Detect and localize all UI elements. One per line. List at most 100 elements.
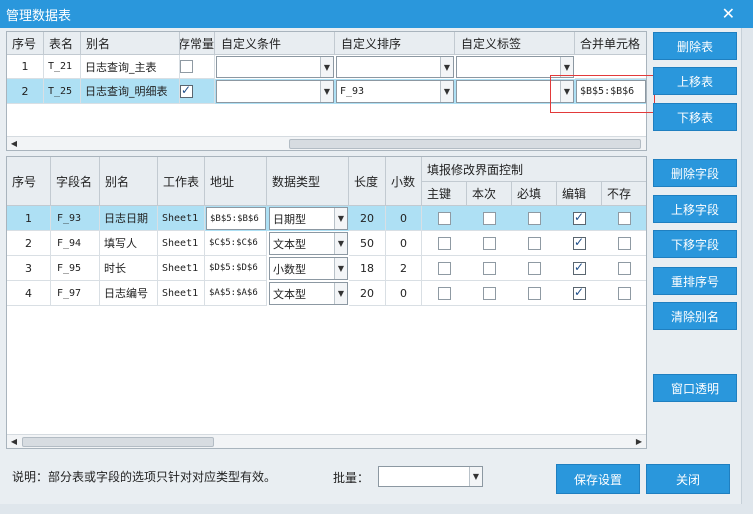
cell-addr[interactable]: $D$5:$D$6 [205, 256, 267, 281]
cell-alias[interactable]: 日志查询_主表 [81, 55, 180, 79]
chevron-down-icon[interactable]: ▼ [334, 258, 347, 279]
cell-alias[interactable]: 日志查询_明细表 [81, 79, 180, 104]
chevron-down-icon[interactable]: ▼ [320, 81, 333, 102]
edit-checkbox[interactable] [573, 210, 586, 225]
cell-table-name: T_21 [44, 55, 81, 79]
cell-len[interactable]: 20 [349, 281, 386, 306]
req-checkbox[interactable] [528, 287, 541, 300]
cell-table-name: T_25 [44, 79, 81, 104]
fields-hscrollbar[interactable]: ◀ ▶ [7, 434, 646, 448]
highlight-box [550, 75, 655, 113]
pk-checkbox[interactable] [438, 262, 451, 275]
save-settings-button[interactable]: 保存设置 [556, 464, 640, 494]
cond-combo[interactable]: ▼ [216, 56, 334, 78]
type-combo[interactable]: 文本型 ▼ [269, 232, 348, 255]
fields-header-sheet: 工作表 [158, 157, 205, 206]
nosave-checkbox[interactable] [618, 262, 631, 275]
cur-checkbox[interactable] [483, 287, 496, 300]
field-row[interactable]: 4 F_97 日志编号 Sheet1 $A$5:$A$6 文本型 ▼ 20 0 [7, 281, 646, 306]
chevron-down-icon[interactable]: ▼ [440, 81, 453, 102]
cell-dec[interactable]: 2 [386, 256, 422, 281]
tables-header-merge: 合并单元格 [575, 32, 646, 55]
scroll-thumb[interactable] [289, 139, 641, 149]
move-down-field-button[interactable]: 下移字段 [653, 230, 737, 258]
chevron-down-icon[interactable]: ▼ [334, 208, 347, 229]
scroll-thumb[interactable] [22, 437, 214, 447]
cell-field: F_94 [51, 231, 100, 256]
cell-alias[interactable]: 填写人 [100, 231, 158, 256]
sort-combo[interactable]: ▼ [336, 56, 454, 78]
close-button[interactable]: 关闭 [646, 464, 730, 494]
pk-checkbox[interactable] [438, 287, 451, 300]
req-checkbox[interactable] [528, 212, 541, 225]
cell-dec[interactable]: 0 [386, 281, 422, 306]
fields-header-pk: 主键 [422, 182, 467, 206]
fields-header-addr: 地址 [205, 157, 267, 206]
edit-checkbox[interactable] [573, 260, 586, 275]
chevron-down-icon[interactable]: ▼ [469, 467, 482, 486]
pk-checkbox[interactable] [438, 212, 451, 225]
renumber-button[interactable]: 重排序号 [653, 267, 737, 295]
cell-field: F_97 [51, 281, 100, 306]
nosave-checkbox[interactable] [618, 287, 631, 300]
type-combo[interactable]: 文本型 ▼ [269, 282, 348, 305]
window-edge [741, 28, 753, 514]
nosave-checkbox[interactable] [618, 212, 631, 225]
combo-value: F_93 [340, 86, 365, 97]
cell-alias[interactable]: 日志编号 [100, 281, 158, 306]
combo-value: 文本型 [273, 287, 306, 301]
delete-field-button[interactable]: 删除字段 [653, 159, 737, 187]
edit-checkbox[interactable] [573, 285, 586, 300]
delete-table-button[interactable]: 删除表 [653, 32, 737, 60]
cur-checkbox[interactable] [483, 237, 496, 250]
cell-alias[interactable]: 日志日期 [100, 206, 158, 231]
chevron-down-icon[interactable]: ▼ [320, 57, 333, 77]
cell-dec[interactable]: 0 [386, 206, 422, 231]
field-row-selected[interactable]: 1 F_93 日志日期 Sheet1 $B$5:$B$6 日期型 ▼ 20 0 [7, 206, 646, 231]
scroll-right-icon[interactable]: ▶ [632, 435, 646, 448]
type-combo[interactable]: 日期型 ▼ [269, 207, 348, 230]
window-transparent-button[interactable]: 窗口透明 [653, 374, 737, 402]
cell-field: F_95 [51, 256, 100, 281]
nosave-checkbox[interactable] [618, 237, 631, 250]
move-up-field-button[interactable]: 上移字段 [653, 195, 737, 223]
cur-checkbox[interactable] [483, 262, 496, 275]
cell-addr[interactable]: $A$5:$A$6 [205, 281, 267, 306]
cell-seq: 1 [7, 55, 44, 79]
field-row[interactable]: 3 F_95 时长 Sheet1 $D$5:$D$6 小数型 ▼ 18 2 [7, 256, 646, 281]
pk-checkbox[interactable] [438, 237, 451, 250]
cell-seq: 3 [7, 256, 51, 281]
chevron-down-icon[interactable]: ▼ [334, 233, 347, 254]
sort-combo[interactable]: F_93 ▼ [336, 80, 454, 103]
addr-input[interactable]: $B$5:$B$6 [206, 207, 266, 230]
cur-checkbox[interactable] [483, 212, 496, 225]
tables-hscrollbar[interactable]: ◀ [7, 136, 646, 150]
cell-alias[interactable]: 时长 [100, 256, 158, 281]
cell-seq: 2 [7, 79, 44, 104]
type-combo[interactable]: 小数型 ▼ [269, 257, 348, 280]
chevron-down-icon[interactable]: ▼ [334, 283, 347, 304]
close-icon[interactable]: ✕ [722, 4, 735, 23]
const-checkbox[interactable] [180, 60, 193, 73]
req-checkbox[interactable] [528, 262, 541, 275]
cell-seq: 2 [7, 231, 51, 256]
scroll-left-icon[interactable]: ◀ [7, 137, 21, 150]
cell-len[interactable]: 50 [349, 231, 386, 256]
edit-checkbox[interactable] [573, 235, 586, 250]
move-up-table-button[interactable]: 上移表 [653, 67, 737, 95]
field-row[interactable]: 2 F_94 填写人 Sheet1 $C$5:$C$6 文本型 ▼ 50 0 [7, 231, 646, 256]
scroll-left-icon[interactable]: ◀ [7, 435, 21, 448]
fields-grid: 序号 字段名 别名 工作表 地址 数据类型 长度 小数 填报修改界面控制 主键 … [6, 156, 647, 449]
clear-alias-button[interactable]: 清除别名 [653, 302, 737, 330]
chevron-down-icon[interactable]: ▼ [440, 57, 453, 77]
move-down-table-button[interactable]: 下移表 [653, 103, 737, 131]
req-checkbox[interactable] [528, 237, 541, 250]
cell-addr[interactable]: $C$5:$C$6 [205, 231, 267, 256]
cell-len[interactable]: 20 [349, 206, 386, 231]
cell-len[interactable]: 18 [349, 256, 386, 281]
batch-combo[interactable]: ▼ [378, 466, 483, 487]
const-checkbox[interactable] [180, 83, 193, 98]
cell-dec[interactable]: 0 [386, 231, 422, 256]
cond-combo[interactable]: ▼ [216, 80, 334, 103]
chevron-down-icon[interactable]: ▼ [560, 57, 573, 77]
